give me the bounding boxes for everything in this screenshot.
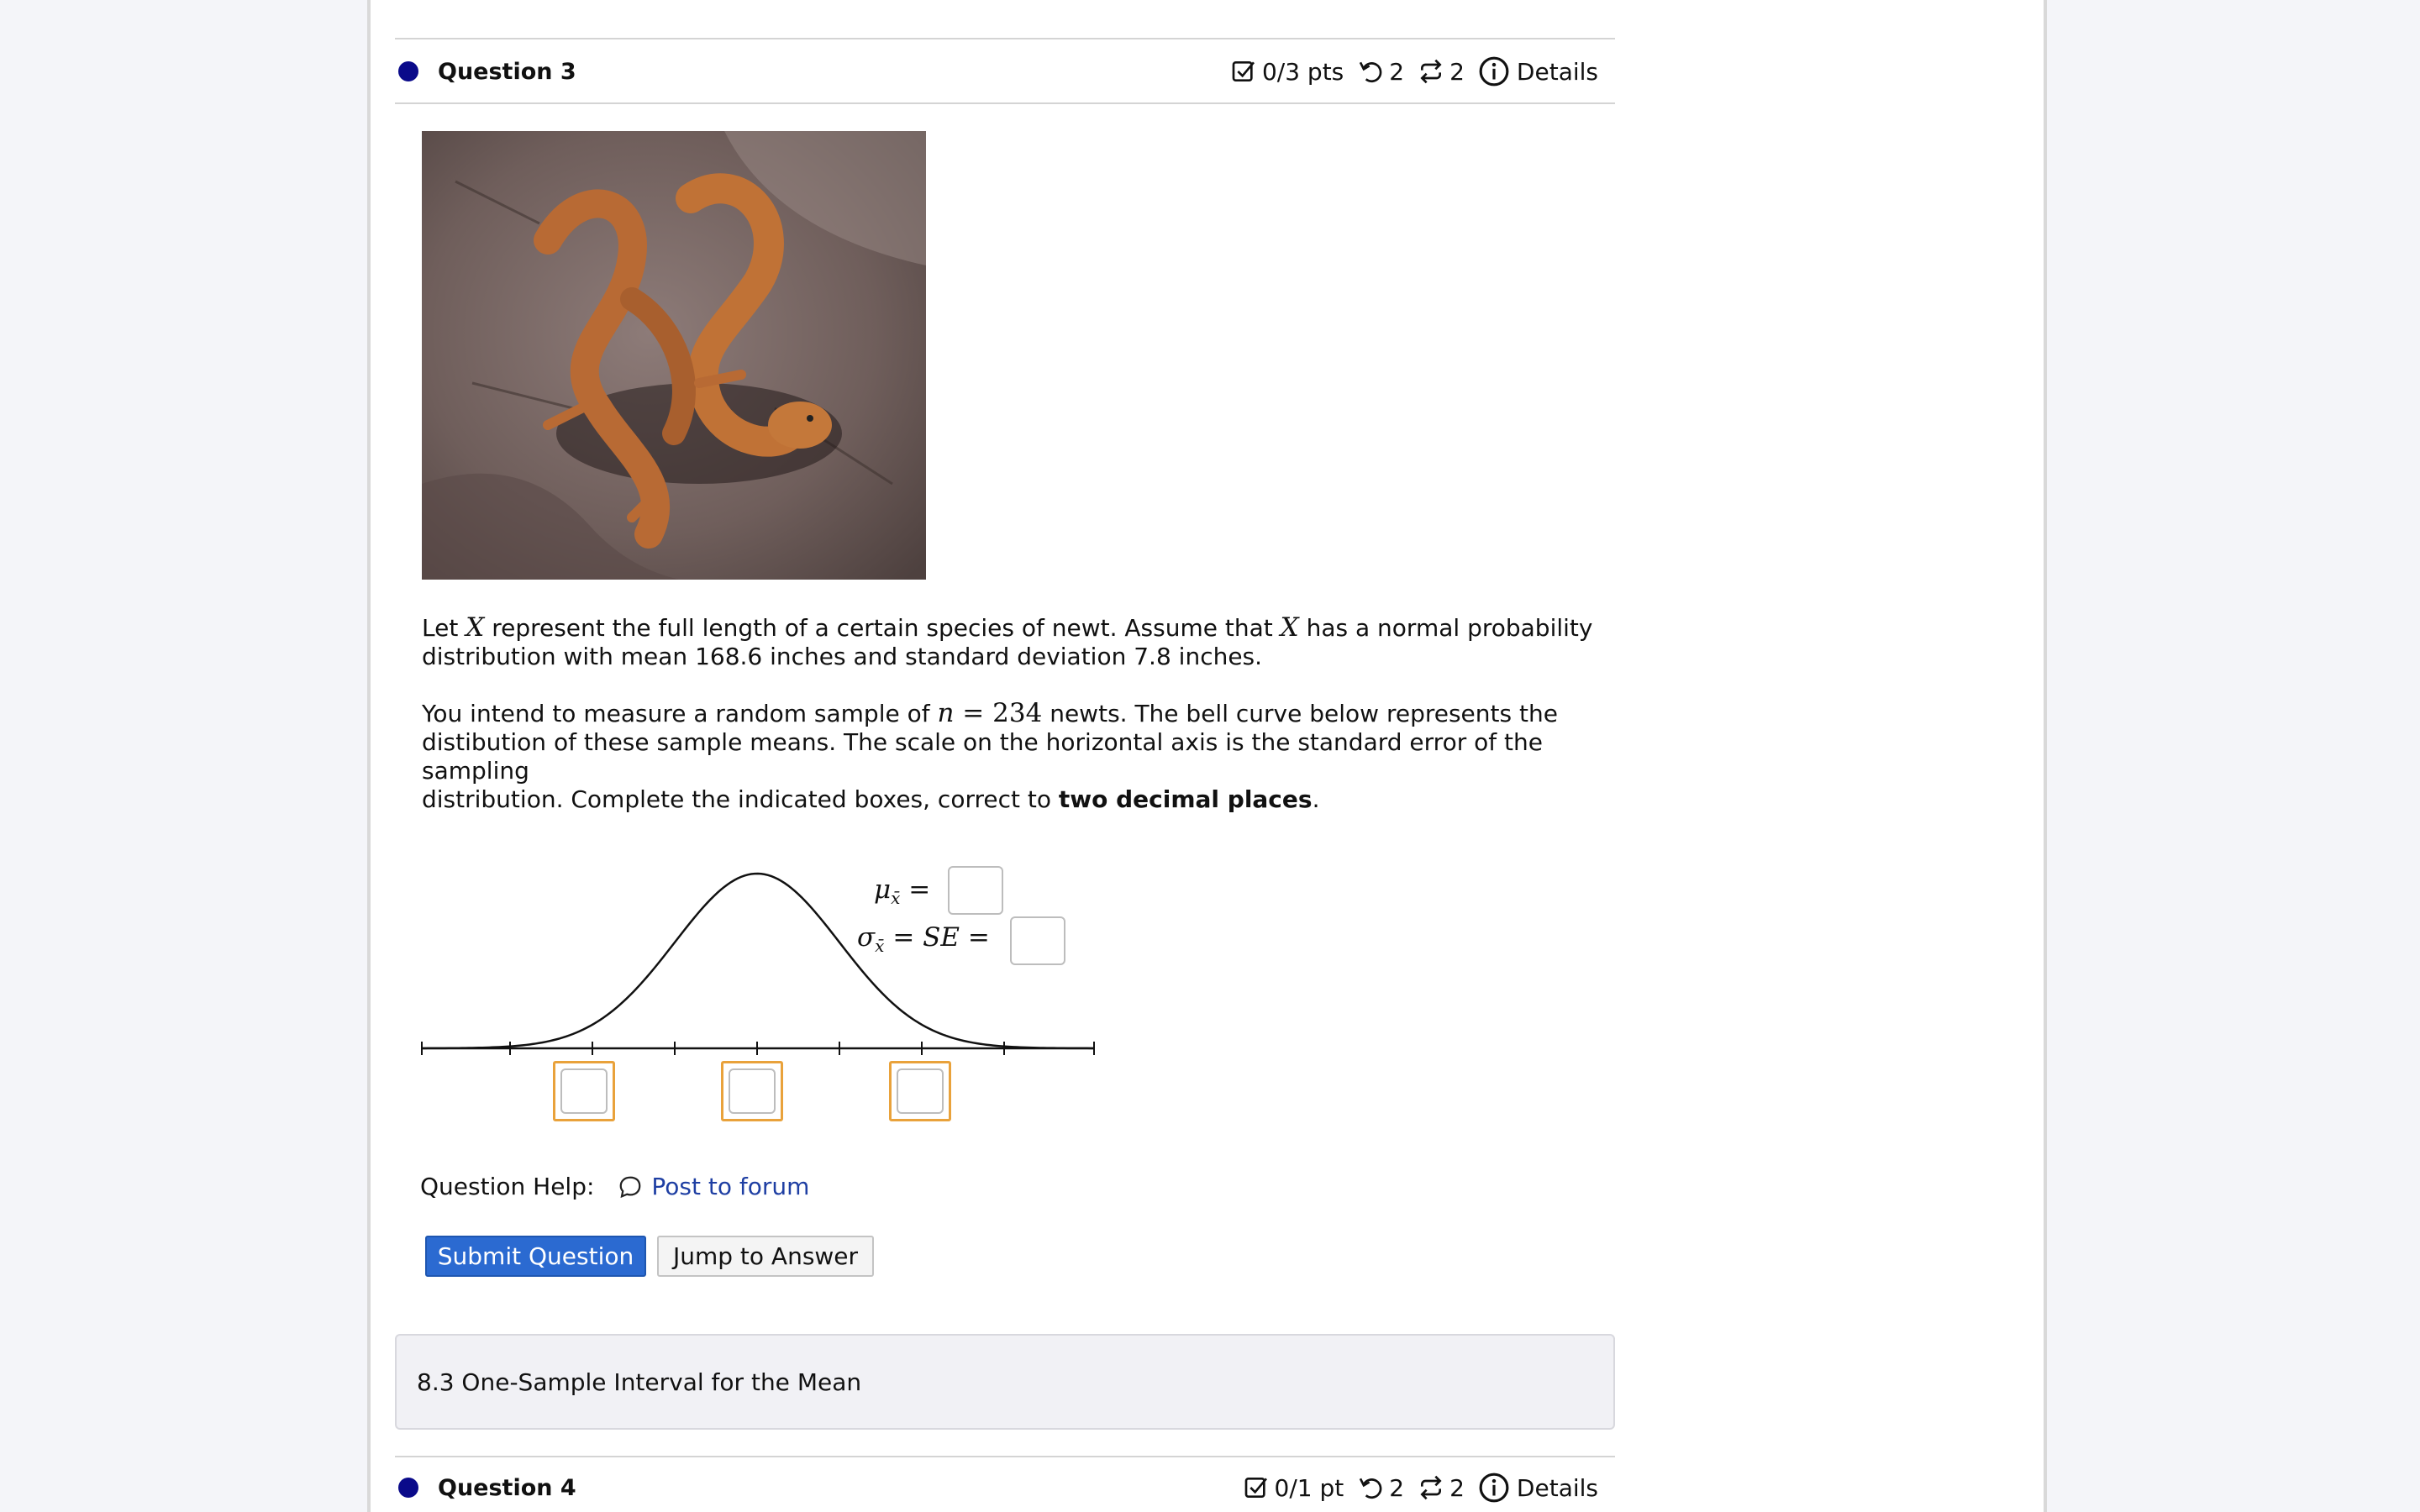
tick-input-right[interactable] <box>897 1068 944 1114</box>
tick-input-center[interactable] <box>729 1068 776 1114</box>
undo-icon <box>1360 1478 1382 1499</box>
question-4-title: Question 4 <box>438 1474 576 1501</box>
prompt-line-1: Let X represent the full length of a cer… <box>422 612 1593 643</box>
retry-count: 2 <box>1389 57 1405 86</box>
question-3-header: Question 3 0/3 pts 2 2 Details <box>395 39 1615 103</box>
info-icon <box>1479 1473 1509 1503</box>
question-status-dot <box>398 61 418 81</box>
details-label: Details <box>1516 57 1598 86</box>
score-group: 0/1 pt <box>1243 1474 1344 1502</box>
score-value: 0/3 pts <box>1261 57 1344 86</box>
score-value: 0/1 pt <box>1274 1473 1344 1502</box>
retry-group: 2 <box>1357 1474 1404 1502</box>
prompt-line-5: distribution. Complete the indicated box… <box>422 785 1320 813</box>
tick-answer-box-right[interactable] <box>889 1061 951 1121</box>
speech-bubble-icon <box>620 1176 641 1198</box>
attempts-count: 2 <box>1449 1473 1465 1502</box>
question-4-header: Question 4 0/1 pt 2 2 Details <box>395 1457 1615 1512</box>
question-help-row: Question Help: Post to forum <box>420 1173 809 1200</box>
prompt-line-4: distibution of these sample means. The s… <box>422 728 1543 785</box>
section-title: 8.3 One-Sample Interval for the Mean <box>417 1368 862 1396</box>
details-button[interactable]: Details <box>1478 55 1598 87</box>
checkbox-icon <box>1244 1478 1267 1498</box>
prompt-paragraph-1: Let X represent the full length of a cer… <box>422 613 1598 671</box>
question-status-dot <box>398 1478 418 1498</box>
jump-to-answer-button[interactable]: Jump to Answer <box>657 1236 874 1277</box>
divider-header <box>395 102 1615 104</box>
repeat-icon <box>1420 1475 1442 1500</box>
retry-group: 2 <box>1357 58 1404 86</box>
attempts-group: 2 <box>1418 1474 1465 1502</box>
prompt-line-2: distribution with mean 168.6 inches and … <box>422 643 1263 670</box>
checkbox-icon <box>1232 61 1255 81</box>
tick-answer-box-left[interactable] <box>553 1061 615 1121</box>
post-to-forum-link[interactable]: Post to forum <box>618 1173 809 1200</box>
mu-xbar-label: μx̄ = <box>874 874 931 909</box>
attempts-group: 2 <box>1418 58 1465 86</box>
sigma-xbar-label: σx̄ = SE = <box>857 922 990 957</box>
section-banner: 8.3 One-Sample Interval for the Mean <box>395 1334 1615 1430</box>
undo-icon <box>1360 61 1382 83</box>
submit-question-button[interactable]: Submit Question <box>425 1236 646 1277</box>
tick-input-left[interactable] <box>560 1068 608 1114</box>
mean-answer-input[interactable] <box>948 866 1003 915</box>
details-button[interactable]: Details <box>1478 1472 1598 1504</box>
newt-photo <box>422 131 926 580</box>
question-4-meta: 0/1 pt 2 2 Details <box>1229 1472 1598 1504</box>
prompt-line-3: You intend to measure a random sample of… <box>422 698 1558 728</box>
question-help-label: Question Help: <box>420 1173 595 1200</box>
repeat-icon <box>1420 59 1442 84</box>
question-3-title: Question 3 <box>438 58 576 85</box>
attempts-count: 2 <box>1449 57 1465 86</box>
details-label: Details <box>1516 1473 1598 1502</box>
info-icon <box>1479 56 1509 87</box>
score-group: 0/3 pts <box>1230 58 1344 86</box>
tick-answer-box-center[interactable] <box>721 1061 783 1121</box>
se-answer-input[interactable] <box>1010 916 1065 965</box>
retry-count: 2 <box>1389 1473 1405 1502</box>
question-3-meta: 0/3 pts 2 2 Details <box>1217 55 1598 87</box>
prompt-paragraph-2: You intend to measure a random sample of… <box>422 699 1598 814</box>
